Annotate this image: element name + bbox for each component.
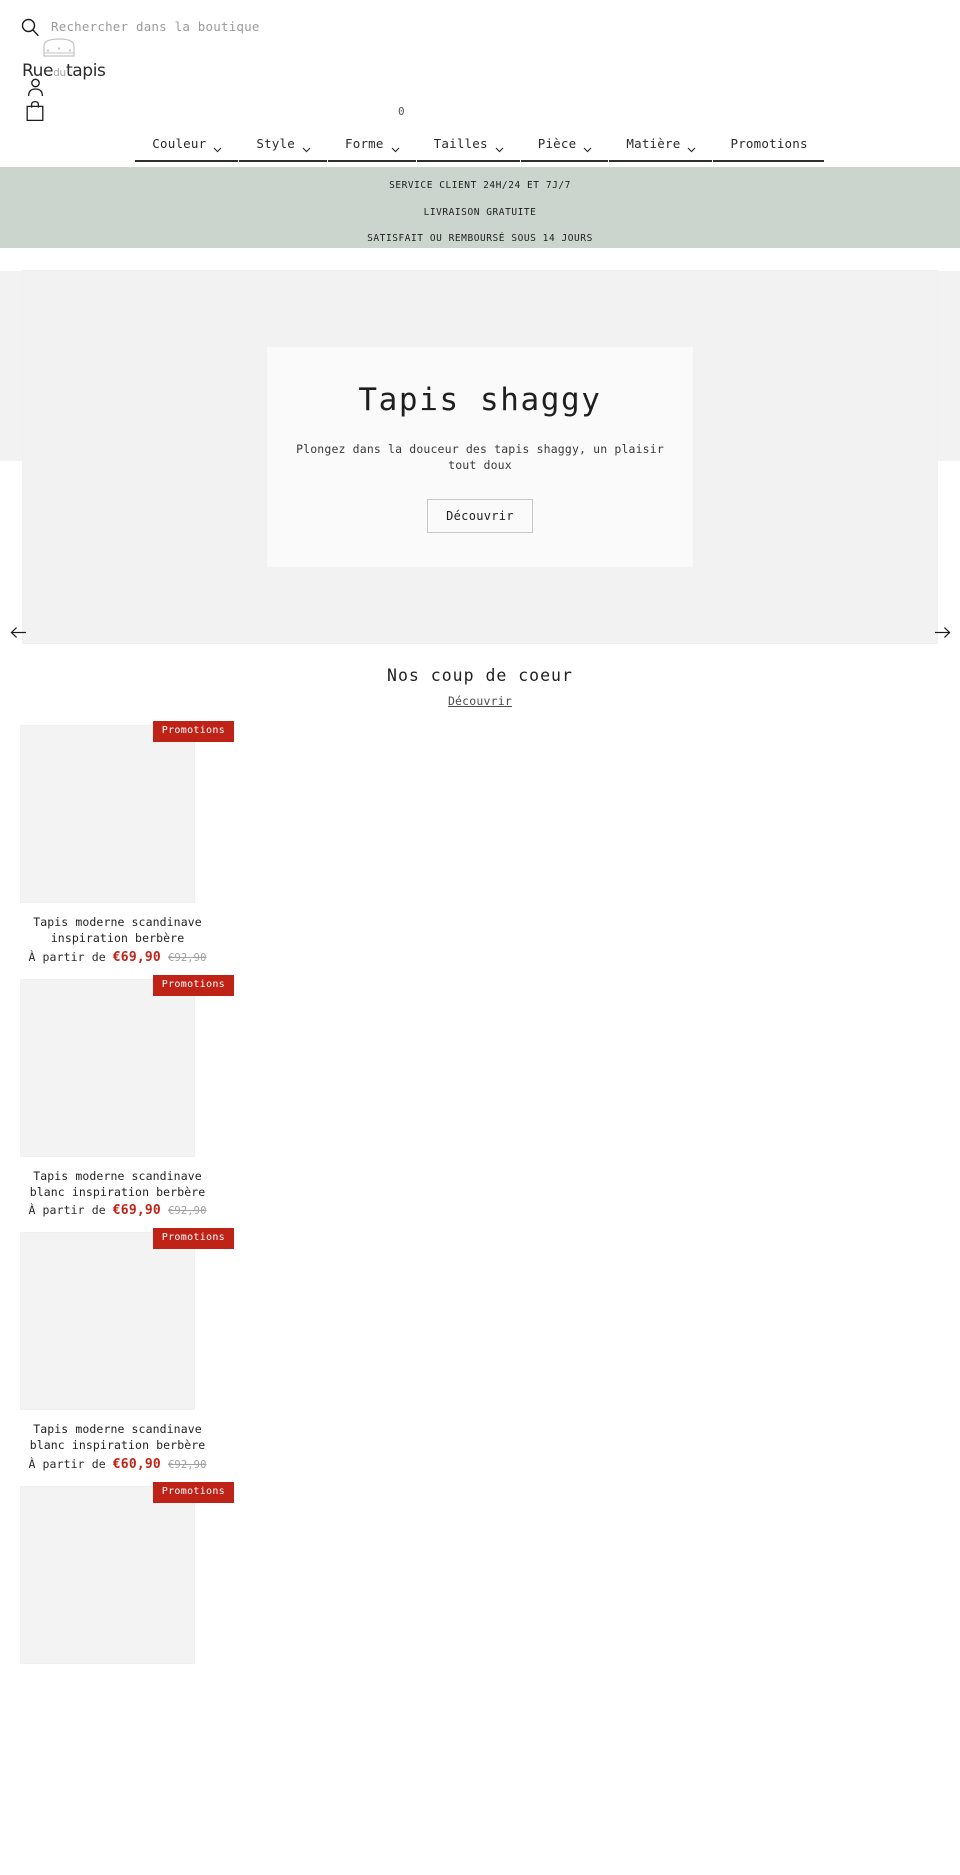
product-price: À partir de €69,90 €92,90 xyxy=(20,950,215,965)
announcement-line-3: SATISFAIT OU REMBOURSÉ SOUS 14 JOURS xyxy=(367,233,593,244)
rug-icon xyxy=(40,36,122,62)
product-image-placeholder[interactable]: Promotions xyxy=(20,974,234,1157)
status-badge: Promotions xyxy=(152,1228,234,1250)
search-input-placeholder[interactable]: Rechercher dans la boutique xyxy=(51,19,260,34)
product-card[interactable]: Promotions Tapis moderne scandinave insp… xyxy=(20,721,234,965)
status-badge: Promotions xyxy=(152,1482,234,1504)
status-badge: Promotions xyxy=(152,974,234,996)
product-title: Tapis moderne scandinave blanc inspirati… xyxy=(29,1168,206,1199)
user-icon[interactable] xyxy=(27,78,44,101)
nav-label-matiere: Matière xyxy=(626,136,681,151)
price-prefix: À partir de xyxy=(28,1457,106,1472)
nav-item-couleur[interactable]: Couleur xyxy=(135,134,239,162)
nav-label-style: Style xyxy=(256,136,295,151)
chevron-down-icon xyxy=(583,141,592,152)
nav-label-tailles: Tailles xyxy=(433,136,488,151)
price-current: €69,90 xyxy=(112,1203,161,1219)
price-compare: €92,90 xyxy=(167,951,207,964)
logo-part-du: du xyxy=(53,67,67,79)
product-list: Promotions Tapis moderne scandinave insp… xyxy=(0,709,960,1665)
search-bar[interactable]: Rechercher dans la boutique xyxy=(0,0,960,42)
hero-carousel: Tapis shaggy Plongez dans la douceur des… xyxy=(0,248,960,644)
arrow-left-icon xyxy=(10,626,27,639)
site-logo[interactable]: Ruedutapis xyxy=(22,36,122,80)
announcement-line-1: SERVICE CLIENT 24H/24 ET 7J/7 xyxy=(389,180,571,191)
product-image-placeholder[interactable]: Promotions xyxy=(20,721,234,903)
nav-item-promotions[interactable]: Promotions xyxy=(713,134,824,162)
product-price: À partir de €60,90 €92,90 xyxy=(20,1457,215,1472)
hero-subtitle: Plongez dans la douceur des tapis shaggy… xyxy=(296,441,664,473)
price-prefix: À partir de xyxy=(28,949,106,964)
product-title: Tapis moderne scandinave blanc inspirati… xyxy=(29,1422,206,1453)
shopping-bag-icon[interactable] xyxy=(25,100,45,126)
product-title: Tapis moderne scandinave inspiration ber… xyxy=(33,915,202,945)
product-card[interactable]: Promotions xyxy=(20,1482,234,1665)
product-image-placeholder[interactable]: Promotions xyxy=(20,1482,234,1665)
product-image-placeholder[interactable]: Promotions xyxy=(20,1228,234,1411)
featured-section-header: Nos coup de coeur Découvrir xyxy=(0,644,960,709)
hero-title: Tapis shaggy xyxy=(358,381,602,418)
nav-item-style[interactable]: Style xyxy=(239,134,328,162)
search-icon[interactable] xyxy=(20,17,40,37)
hero-content-card: Tapis shaggy Plongez dans la douceur des… xyxy=(267,346,693,568)
featured-discover-link[interactable]: Découvrir xyxy=(448,694,512,708)
chevron-down-icon xyxy=(687,141,696,152)
chevron-down-icon xyxy=(213,141,222,152)
product-card[interactable]: Promotions Tapis moderne scandinave blan… xyxy=(20,974,234,1218)
site-header: Rechercher dans la boutique Ruedutapis 0 xyxy=(0,0,960,167)
product-card[interactable]: Promotions Tapis moderne scandinave blan… xyxy=(20,1228,234,1472)
price-current: €69,90 xyxy=(112,949,161,965)
announcement-line-2: LIVRAISON GRATUITE xyxy=(423,206,537,218)
hero-slide: Tapis shaggy Plongez dans la douceur des… xyxy=(10,270,950,644)
price-compare: €92,90 xyxy=(167,1459,207,1472)
nav-label-promotions: Promotions xyxy=(730,136,808,151)
hero-cta-button[interactable]: Découvrir xyxy=(427,499,533,534)
nav-item-matiere[interactable]: Matière xyxy=(609,134,713,162)
carousel-prev-button[interactable] xyxy=(1,271,35,645)
nav-label-forme: Forme xyxy=(345,136,384,151)
status-badge: Promotions xyxy=(152,721,234,742)
chevron-down-icon xyxy=(391,141,400,152)
price-current: €60,90 xyxy=(112,1457,161,1473)
announcement-bar: SERVICE CLIENT 24H/24 ET 7J/7 LIVRAISON … xyxy=(0,167,960,248)
chevron-down-icon xyxy=(495,141,504,152)
main-navigation: Couleur Style Forme Tailles Pièce Matièr… xyxy=(0,134,960,167)
cart-item-count: 0 xyxy=(398,105,405,118)
nav-item-tailles[interactable]: Tailles xyxy=(416,134,521,162)
nav-label-couleur: Couleur xyxy=(152,136,207,151)
nav-label-piece: Pièce xyxy=(537,136,577,151)
product-price: À partir de €69,90 €92,90 xyxy=(20,1203,215,1218)
chevron-down-icon xyxy=(302,141,311,152)
nav-item-forme[interactable]: Forme xyxy=(328,134,417,162)
price-compare: €92,90 xyxy=(167,1205,207,1218)
arrow-right-icon xyxy=(934,626,951,639)
page-title: Nos coup de coeur xyxy=(387,666,573,685)
price-prefix: À partir de xyxy=(28,1203,106,1218)
logo-part-tapis: tapis xyxy=(66,61,106,81)
carousel-next-button[interactable] xyxy=(925,271,959,645)
nav-item-piece[interactable]: Pièce xyxy=(520,134,610,162)
